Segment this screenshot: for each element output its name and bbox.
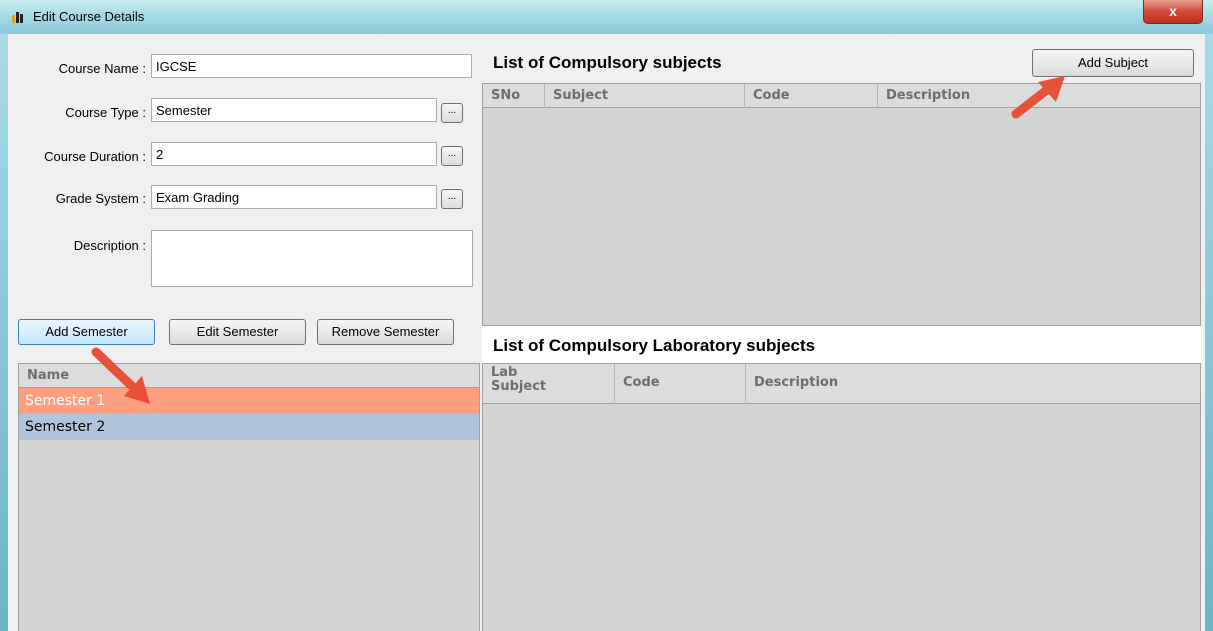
arrow-annotation-icon	[91, 347, 150, 404]
lab-subjects-title: List of Compulsory Laboratory subjects	[493, 336, 816, 355]
column-lab-subject[interactable]: Lab Subject	[483, 364, 615, 404]
compulsory-grid-header: SNo Subject Code Description	[483, 84, 1200, 108]
course-type-input[interactable]: Semester	[151, 98, 437, 122]
grade-system-label: Grade System :	[55, 191, 146, 206]
column-code[interactable]: Code	[745, 84, 878, 108]
window-frame-right	[1205, 34, 1213, 631]
description-label: Description :	[73, 238, 146, 253]
close-button[interactable]: x	[1143, 0, 1203, 24]
edit-course-window: Edit Course Details x Course Name : IGCS…	[0, 0, 1213, 631]
title-bar[interactable]: Edit Course Details x	[0, 0, 1213, 35]
client-area: Course Name : IGCSE Course Type : Semest…	[8, 34, 1205, 631]
window-frame-left	[0, 34, 8, 631]
arrow-annotation-icon	[1011, 76, 1065, 119]
course-duration-label: Course Duration :	[44, 149, 146, 164]
lab-subjects-grid[interactable]: Lab Subject Code Description	[482, 363, 1201, 631]
lab-grid-header: Lab Subject Code Description	[483, 364, 1200, 404]
course-type-browse-button[interactable]: ...	[441, 103, 463, 123]
app-icon	[12, 12, 23, 23]
column-lab-code[interactable]: Code	[615, 364, 746, 404]
edit-semester-button[interactable]: Edit Semester	[169, 319, 306, 345]
course-name-input[interactable]: IGCSE	[151, 54, 472, 78]
course-type-label: Course Type :	[65, 105, 146, 120]
grade-system-input[interactable]: Exam Grading	[151, 185, 437, 209]
remove-semester-button[interactable]: Remove Semester	[317, 319, 454, 345]
course-duration-browse-button[interactable]: ...	[441, 146, 463, 166]
semester-row[interactable]: Semester 2	[19, 414, 479, 440]
compulsory-subjects-grid[interactable]: SNo Subject Code Description	[482, 83, 1201, 326]
column-subject[interactable]: Subject	[545, 84, 745, 108]
compulsory-subjects-title: List of Compulsory subjects	[493, 53, 722, 72]
course-name-label: Course Name :	[58, 61, 146, 76]
grade-system-browse-button[interactable]: ...	[441, 189, 463, 209]
add-semester-button[interactable]: Add Semester	[18, 319, 155, 345]
course-duration-input[interactable]: 2	[151, 142, 437, 166]
column-lab-description[interactable]: Description	[746, 364, 1200, 404]
close-icon: x	[1169, 3, 1177, 19]
description-input[interactable]	[151, 230, 473, 287]
window-title: Edit Course Details	[33, 9, 145, 24]
column-sno[interactable]: SNo	[483, 84, 545, 108]
